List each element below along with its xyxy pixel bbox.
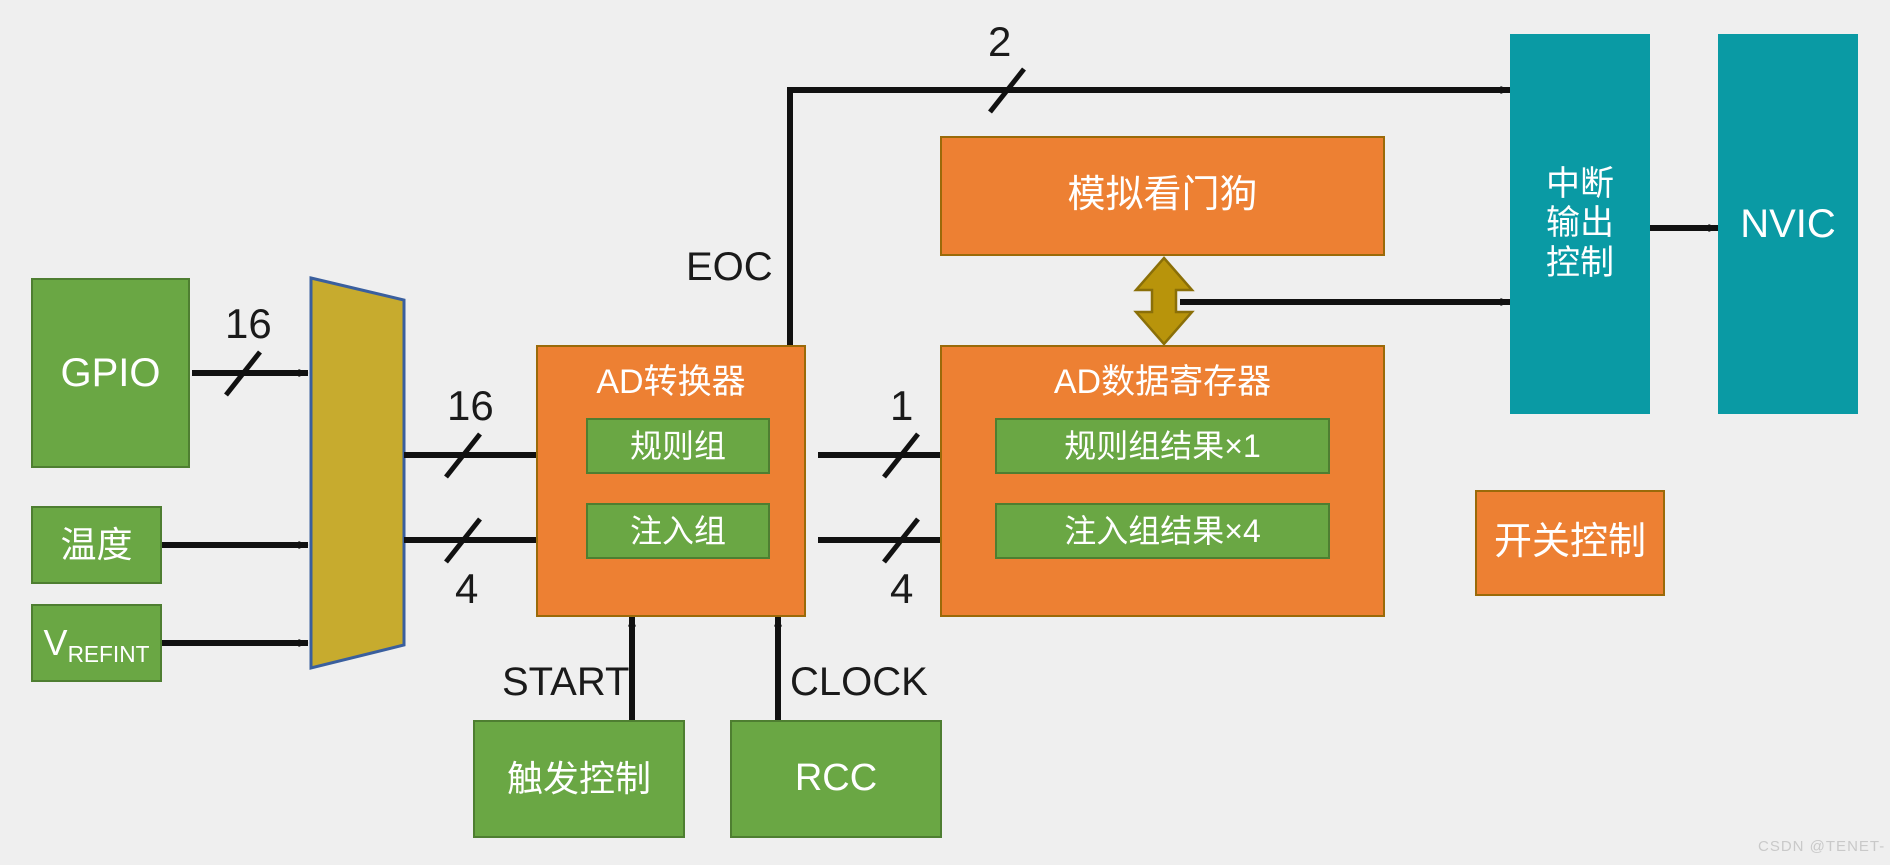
node-ad-converter[interactable]: AD转换器: [536, 345, 806, 617]
node-interrupt-output-control[interactable]: 中断 输出 控制: [1510, 34, 1650, 414]
node-regular-result[interactable]: 规则组结果×1: [995, 418, 1330, 474]
node-trigger-control[interactable]: 触发控制: [473, 720, 685, 838]
node-analog-watchdog[interactable]: 模拟看门狗: [940, 136, 1385, 256]
edge-label-mux-to-injected: 4: [455, 565, 479, 612]
node-switch-control[interactable]: 开关控制: [1475, 490, 1665, 596]
node-trigger-control-label: 触发控制: [506, 758, 651, 800]
edge-label-clock: CLOCK: [790, 660, 928, 704]
node-regular-result-label: 规则组结果×1: [1064, 427, 1261, 464]
node-ad-converter-label: AD转换器: [596, 363, 746, 401]
edge-label-mux-to-regular: 16: [447, 382, 494, 429]
node-temperature-label: 温度: [60, 524, 133, 566]
multiplexer-shape: [309, 276, 406, 670]
node-rcc[interactable]: RCC: [730, 720, 942, 838]
edge-label-watchdog-bus-2: 2: [988, 18, 1012, 65]
node-regular-group[interactable]: 规则组: [586, 418, 770, 474]
node-vrefint[interactable]: VREFINT: [31, 604, 162, 682]
node-injected-group-label: 注入组: [629, 512, 726, 549]
interrupt-control-line2: 输出: [1546, 204, 1614, 243]
edge-label-eoc: EOC: [686, 245, 773, 289]
node-regular-group-label: 规则组: [629, 427, 726, 464]
node-gpio[interactable]: GPIO: [31, 278, 190, 468]
node-vrefint-label: VREFINT: [43, 622, 150, 667]
interrupt-control-line1: 中断: [1546, 165, 1614, 204]
node-injected-group[interactable]: 注入组: [586, 503, 770, 559]
interrupt-control-line3: 控制: [1546, 243, 1614, 282]
node-nvic-label: NVIC: [1740, 202, 1836, 246]
edge-label-injected-to-result: 4: [890, 565, 914, 612]
node-injected-result[interactable]: 注入组结果×4: [995, 503, 1330, 559]
edge-label-start: START: [502, 660, 630, 704]
node-ad-data-register-label: AD数据寄存器: [1053, 363, 1272, 401]
edge-label-regular-to-result: 1: [890, 382, 914, 429]
node-analog-watchdog-label: 模拟看门狗: [1067, 174, 1258, 217]
watermark-csdn: CSDN @TENET-: [1758, 838, 1886, 855]
node-rcc-label: RCC: [794, 757, 878, 800]
node-temperature[interactable]: 温度: [31, 506, 162, 584]
node-ad-data-register[interactable]: AD数据寄存器: [940, 345, 1385, 617]
node-nvic[interactable]: NVIC: [1718, 34, 1858, 414]
node-gpio-label: GPIO: [60, 351, 161, 395]
node-vrefint-subscript: REFINT: [67, 640, 150, 667]
node-injected-result-label: 注入组结果×4: [1064, 512, 1261, 549]
edge-label-gpio-to-mux: 16: [225, 300, 272, 347]
node-switch-control-label: 开关控制: [1493, 521, 1646, 564]
